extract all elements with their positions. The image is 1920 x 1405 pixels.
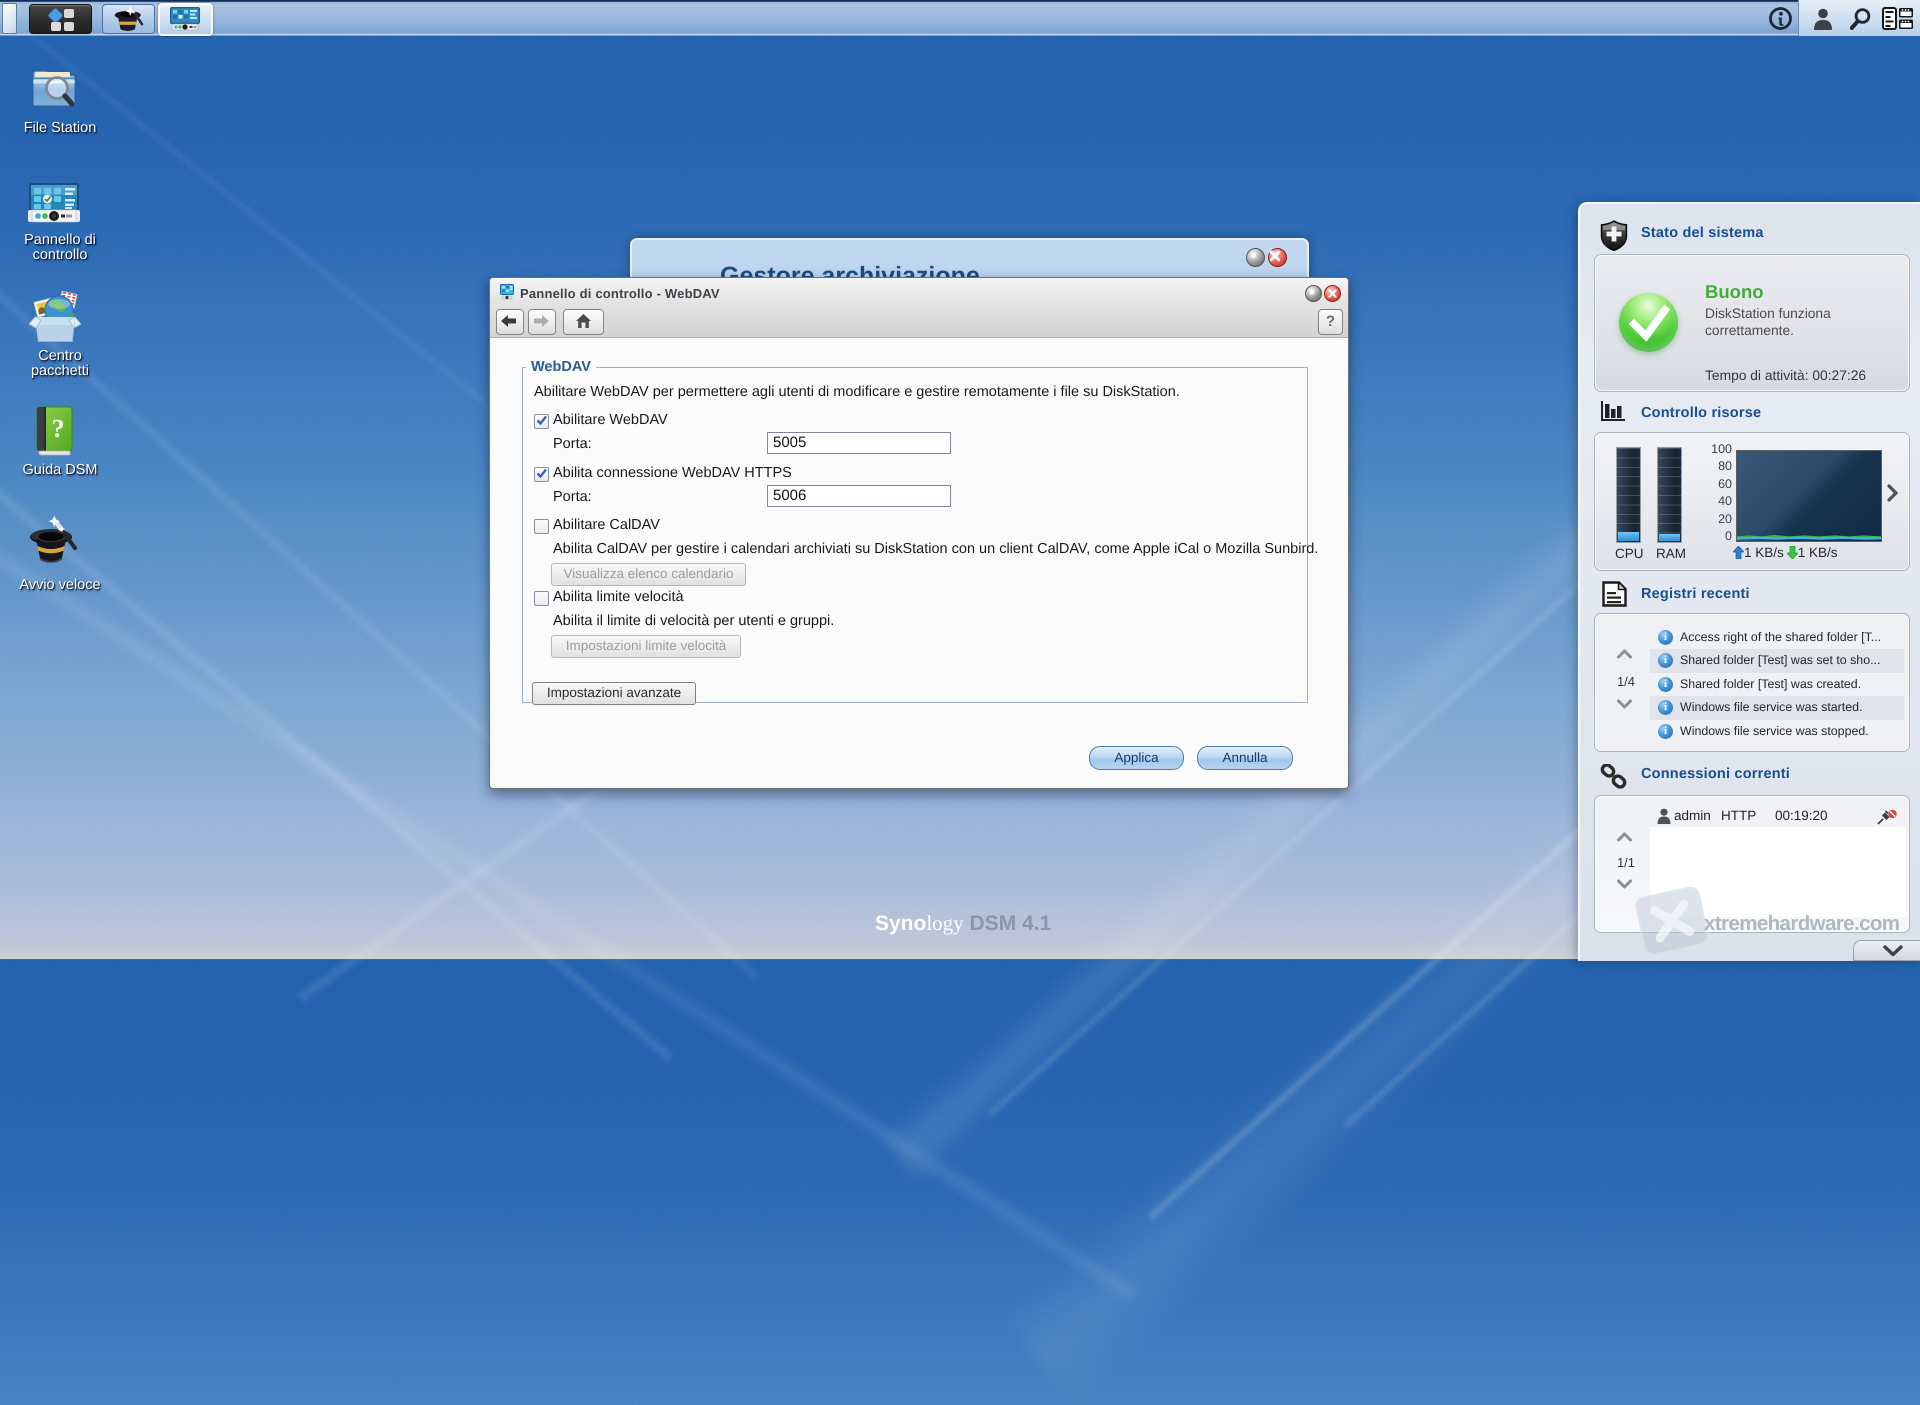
svg-text:?: ? <box>52 414 65 443</box>
